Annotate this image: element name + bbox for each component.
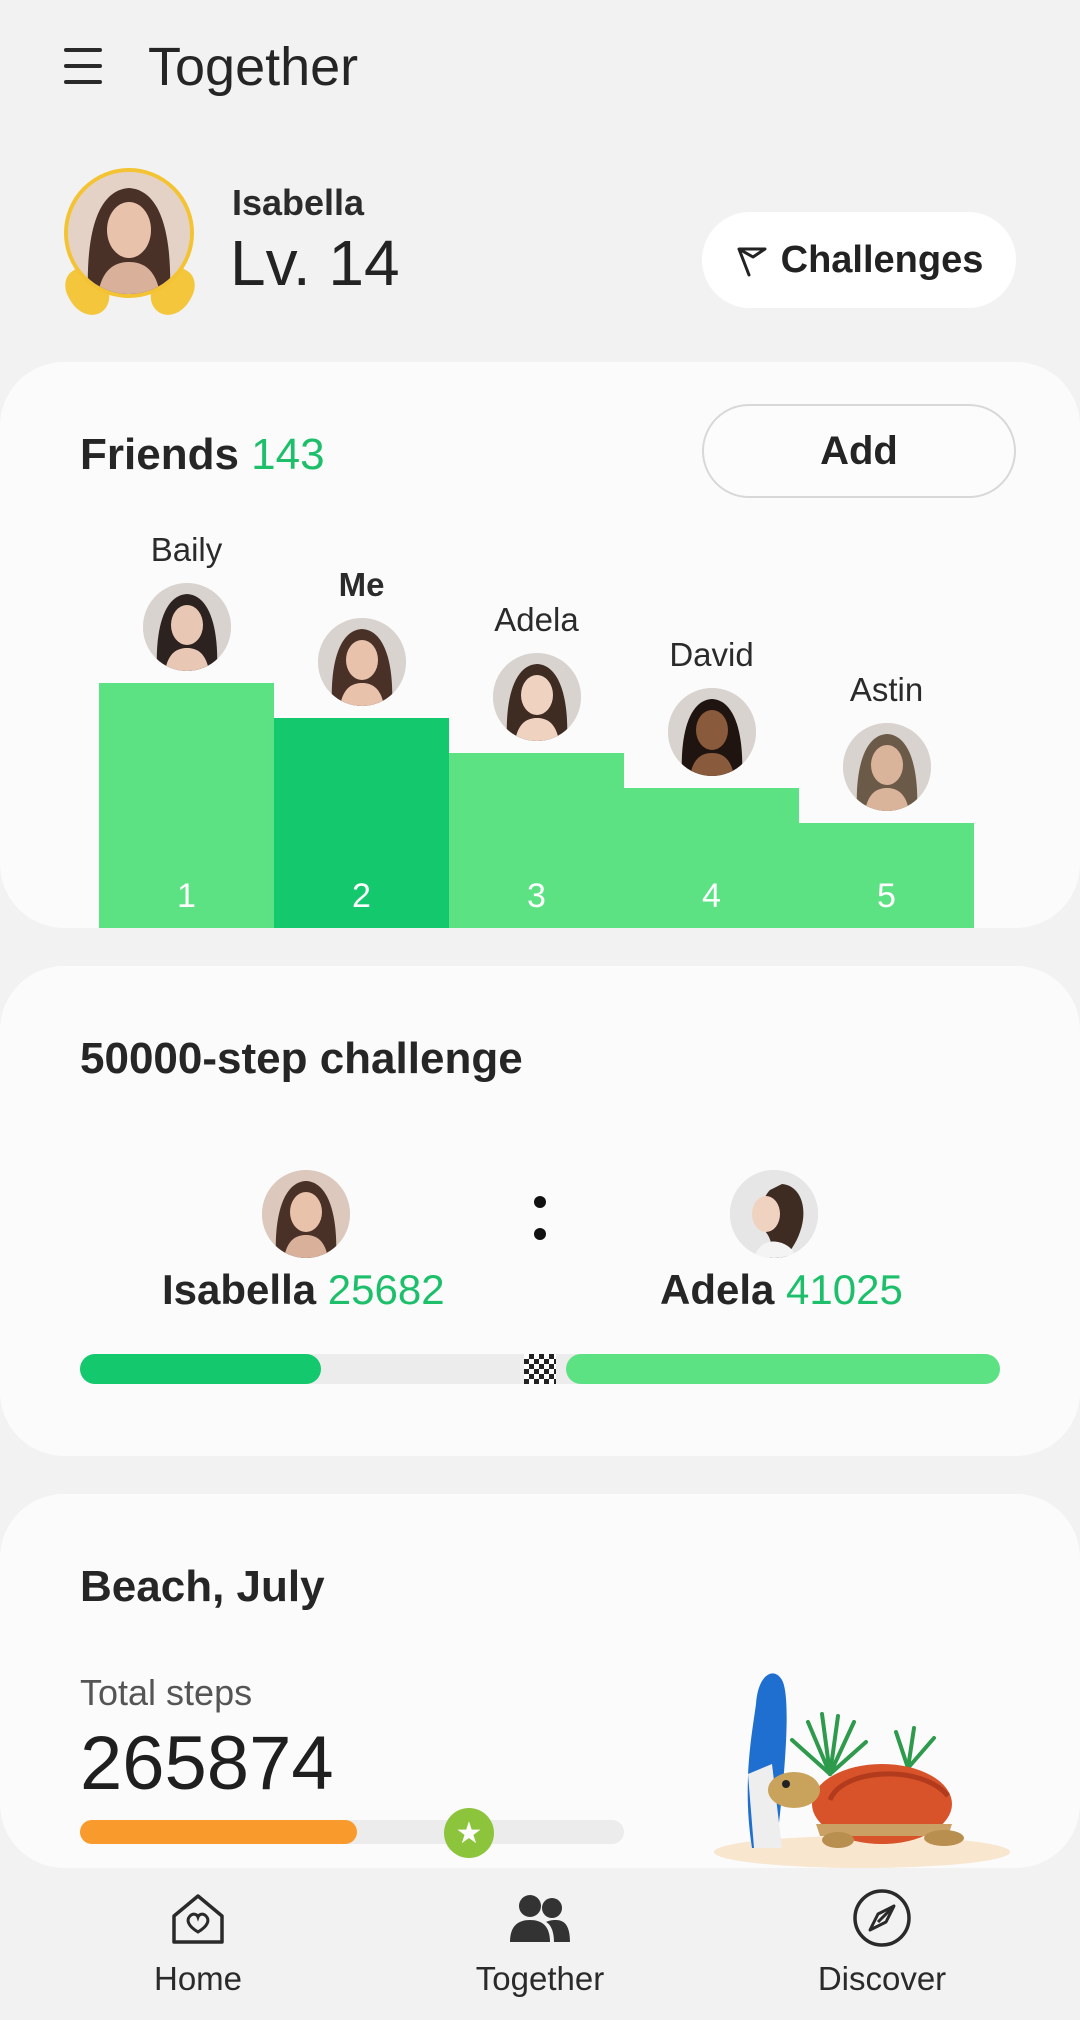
nav-discover[interactable]: Discover bbox=[762, 1886, 1002, 2006]
rank-number: 1 bbox=[177, 877, 196, 915]
total-steps-label: Total steps bbox=[80, 1672, 253, 1713]
ranking-bar-5: 5 bbox=[799, 823, 974, 928]
challenges-label: Challenges bbox=[780, 238, 984, 281]
versus-dot-top bbox=[534, 1196, 546, 1208]
left-participant-avatar bbox=[262, 1170, 350, 1258]
left-participant-steps: 25682 bbox=[327, 1266, 445, 1313]
profile-avatar[interactable] bbox=[58, 168, 202, 323]
ranking-bar-4: 4 bbox=[624, 788, 799, 928]
rank-number: 2 bbox=[352, 877, 371, 915]
friend-name: Astin bbox=[849, 671, 924, 708]
ranking-bar-2: 2 bbox=[274, 718, 449, 928]
friend-name: David bbox=[669, 636, 754, 673]
flag-icon bbox=[737, 247, 767, 277]
friends-ranking-chart: 1 Baily 2 Me 3 Adela 4 David 5 Astin bbox=[0, 362, 1080, 928]
turtle-surfboard-illustration bbox=[714, 1673, 1010, 1868]
beach-event-card[interactable]: Beach, July Total steps 265874 ★ bbox=[0, 1494, 1080, 1868]
right-participant-steps: 41025 bbox=[786, 1266, 903, 1313]
checkered-flag-icon bbox=[524, 1354, 556, 1384]
friend-avatar[interactable] bbox=[667, 688, 756, 776]
home-heart-icon bbox=[172, 1894, 224, 1944]
right-progress-bar bbox=[566, 1354, 1000, 1384]
user-name: Isabella bbox=[232, 182, 365, 223]
rank-number: 5 bbox=[877, 877, 896, 915]
rank-number: 4 bbox=[702, 877, 721, 915]
right-participant: Adela 41025 bbox=[660, 1266, 903, 1314]
milestone-star-icon: ★ bbox=[444, 1808, 494, 1858]
nav-together-label: Together bbox=[475, 1960, 605, 1997]
left-participant: Isabella 25682 bbox=[162, 1266, 445, 1314]
right-participant-name: Adela bbox=[660, 1266, 775, 1313]
friend-avatar[interactable] bbox=[142, 583, 231, 671]
nav-home-label: Home bbox=[153, 1960, 243, 1997]
friend-name: Baily bbox=[150, 531, 223, 568]
versus-dot-bottom bbox=[534, 1228, 546, 1240]
bottom-navigation: Home Together Discover bbox=[0, 1868, 1080, 2020]
nav-discover-label: Discover bbox=[817, 1960, 947, 1997]
friend-name: Adela bbox=[494, 601, 579, 638]
friend-avatar[interactable] bbox=[317, 618, 406, 706]
user-level: Lv. 14 bbox=[230, 227, 400, 299]
hamburger-menu-icon[interactable] bbox=[62, 44, 104, 88]
ranking-bar-1: 1 bbox=[99, 683, 274, 928]
total-steps-value: 265874 bbox=[80, 1721, 334, 1806]
challenges-button[interactable]: Challenges bbox=[702, 212, 1016, 308]
beach-title: Beach, July bbox=[80, 1562, 325, 1611]
nav-together[interactable]: Together bbox=[420, 1886, 660, 2006]
friend-avatar[interactable] bbox=[492, 653, 581, 741]
step-challenge-card[interactable]: 50000-step challenge Isabella 25682 Adel… bbox=[0, 966, 1080, 1456]
friend-name: Me bbox=[338, 566, 385, 603]
nav-home[interactable]: Home bbox=[78, 1886, 318, 2006]
rank-number: 3 bbox=[527, 877, 546, 915]
top-bar: Together bbox=[0, 0, 1080, 140]
friends-card: Friends 143 Add 1 Baily 2 Me 3 Adela 4 David 5 As… bbox=[0, 362, 1080, 928]
beach-progress-bar bbox=[80, 1820, 357, 1844]
right-participant-avatar bbox=[730, 1170, 818, 1258]
avatar bbox=[64, 168, 194, 298]
people-icon bbox=[510, 1895, 570, 1942]
compass-icon bbox=[853, 1889, 911, 1947]
page-title: Together bbox=[148, 37, 359, 97]
challenge-title: 50000-step challenge bbox=[80, 1034, 523, 1083]
friend-avatar[interactable] bbox=[842, 723, 931, 811]
ranking-bar-3: 3 bbox=[449, 753, 624, 928]
left-participant-name: Isabella bbox=[162, 1266, 317, 1313]
left-progress-bar bbox=[80, 1354, 322, 1384]
